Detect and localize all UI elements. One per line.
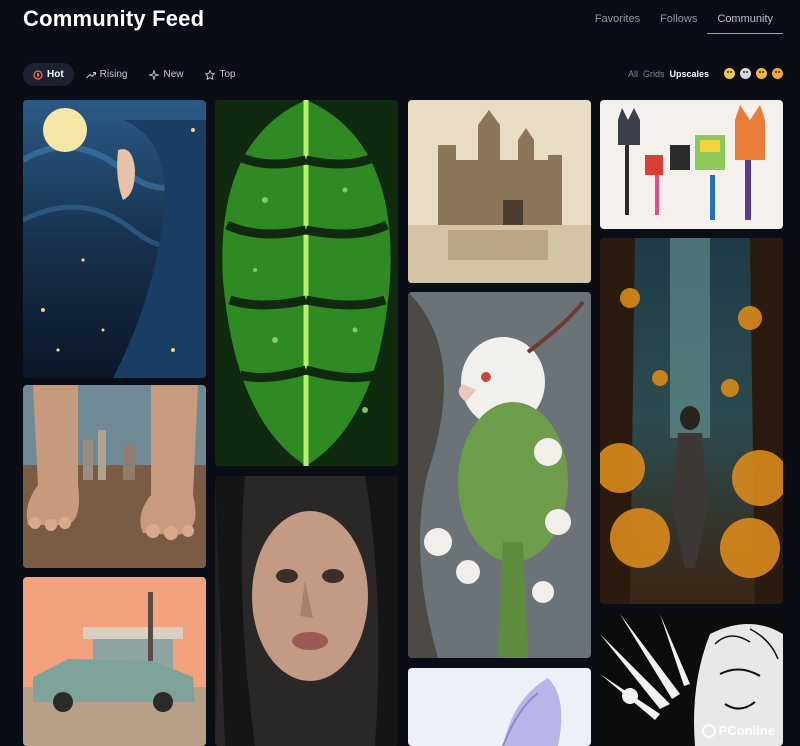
giant-feet-city-image <box>23 385 206 568</box>
watermark-logo-icon <box>701 723 716 738</box>
flame-icon <box>33 69 43 80</box>
filter-new-label: New <box>163 69 184 80</box>
gallery-image-giant-feet-city[interactable] <box>23 385 206 568</box>
doodle-cats-image <box>600 100 783 229</box>
sparkle-icon <box>149 69 160 80</box>
heart-eyes-icon[interactable] <box>756 68 767 79</box>
sad-face-icon[interactable] <box>740 68 751 79</box>
white-parrot-image <box>408 292 591 658</box>
castle-sketch-image <box>408 100 591 283</box>
gallery-image-white-parrot[interactable] <box>408 292 591 658</box>
watermark: PConline <box>701 723 775 738</box>
gallery-image-wet-woman-portrait[interactable] <box>215 476 398 746</box>
tab-favorites[interactable]: Favorites <box>585 11 650 34</box>
filter-top-label: Top <box>219 69 236 80</box>
gallery-image-monstera-leaf[interactable] <box>215 100 398 466</box>
filter-new-button[interactable]: New <box>139 63 193 86</box>
tab-community[interactable]: Community <box>707 11 783 34</box>
star-icon <box>205 69 216 80</box>
community-feed-page: Community Feed Favorites Follows Communi… <box>0 0 800 746</box>
trending-up-icon <box>85 71 96 78</box>
view-grids-button[interactable]: Grids <box>643 69 665 79</box>
sort-filters: Hot Rising New Top <box>23 63 246 86</box>
filter-top-button[interactable]: Top <box>195 63 245 86</box>
gallery-image-retro-gas-station[interactable] <box>23 577 206 746</box>
tab-follows[interactable]: Follows <box>650 11 707 34</box>
gallery-image-doodle-cats[interactable] <box>600 100 783 229</box>
star-struck-icon[interactable] <box>772 68 783 79</box>
filter-hot-label: Hot <box>47 69 64 80</box>
gallery-image-starry-night-woman[interactable] <box>23 100 206 378</box>
view-upscales-button[interactable]: Upscales <box>669 69 709 79</box>
gallery-image-castle-sketch[interactable] <box>408 100 591 283</box>
forest-explorer-image <box>600 238 783 604</box>
feed-tabs: Favorites Follows Community <box>585 11 783 34</box>
wet-woman-portrait-image <box>215 476 398 746</box>
view-all-button[interactable]: All <box>628 69 638 79</box>
gallery-image-comic-woman[interactable]: PConline <box>600 614 783 746</box>
neutral-face-icon[interactable] <box>724 68 735 79</box>
retro-gas-station-image <box>23 577 206 746</box>
monstera-leaf-image <box>215 100 398 466</box>
gallery-image-forest-explorer[interactable] <box>600 238 783 604</box>
view-options: All Grids Upscales <box>628 68 783 79</box>
watermark-text: PConline <box>718 723 775 738</box>
filter-hot-button[interactable]: Hot <box>23 63 74 86</box>
lavender-flower-image <box>408 668 591 746</box>
page-title: Community Feed <box>23 6 205 31</box>
gallery-image-lavender-flower[interactable] <box>408 668 591 746</box>
starry-night-woman-image <box>23 100 206 378</box>
filter-rising-label: Rising <box>99 69 128 80</box>
filter-rising-button[interactable]: Rising <box>76 63 138 86</box>
